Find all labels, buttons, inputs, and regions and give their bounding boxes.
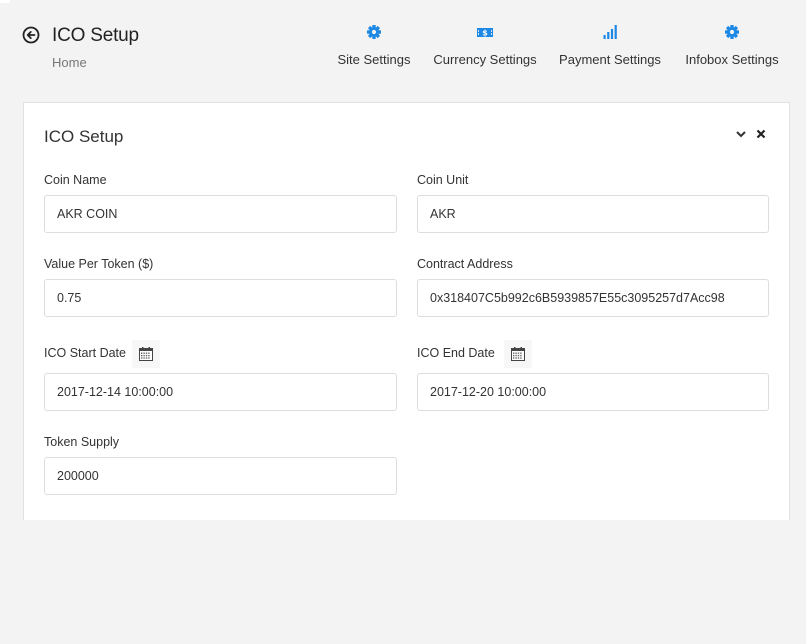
end-date-input[interactable] [417, 373, 769, 411]
coin-unit-label: Coin Unit [417, 173, 469, 187]
nav-payment-settings[interactable]: Payment Settings [558, 24, 662, 67]
signal-bars-icon [558, 24, 662, 42]
gear-icon [684, 24, 780, 42]
token-supply-input[interactable] [44, 457, 397, 495]
value-per-token-label: Value Per Token ($) [44, 257, 154, 271]
money-bill-icon: $ [433, 24, 537, 42]
start-date-calendar-button[interactable] [132, 340, 160, 368]
svg-text:$: $ [482, 29, 488, 38]
token-supply-label: Token Supply [44, 435, 120, 449]
chevron-down-icon [736, 131, 746, 138]
nav-label: Infobox Settings [685, 52, 779, 67]
page-title: ICO Setup [52, 25, 139, 46]
contract-address-input[interactable] [417, 279, 769, 317]
calendar-icon [511, 347, 525, 361]
close-button[interactable] [754, 127, 768, 141]
coin-name-label: Coin Name [44, 173, 107, 187]
close-icon [756, 129, 766, 139]
nav-currency-settings[interactable]: $ Currency Settings [433, 24, 537, 67]
coin-unit-input[interactable] [417, 195, 769, 233]
end-date-calendar-button[interactable] [504, 340, 532, 368]
nav-label: Site Settings [337, 52, 411, 67]
contract-address-label: Contract Address [417, 257, 513, 271]
breadcrumb-home[interactable]: Home [52, 55, 87, 70]
page-header: ICO Setup Home Site Settings $ Currency … [0, 0, 806, 100]
card-title: ICO Setup [44, 127, 124, 146]
calendar-icon [139, 347, 153, 361]
start-date-label: ICO Start Date [44, 346, 126, 360]
nav-infobox-settings[interactable]: Infobox Settings [684, 24, 780, 67]
nav-label: Currency Settings [433, 52, 537, 67]
collapse-button[interactable] [734, 127, 748, 141]
end-date-label: ICO End Date [417, 346, 495, 360]
coin-name-input[interactable] [44, 195, 397, 233]
arrow-left-circle-icon [22, 26, 40, 44]
ico-setup-card: ICO Setup Coin Name Coin Unit Value Per … [23, 102, 790, 520]
start-date-input[interactable] [44, 373, 397, 411]
value-per-token-input[interactable] [44, 279, 397, 317]
nav-label: Payment Settings [559, 52, 661, 67]
gear-icon [336, 24, 412, 42]
nav-site-settings[interactable]: Site Settings [336, 24, 412, 67]
back-button[interactable] [22, 26, 40, 44]
